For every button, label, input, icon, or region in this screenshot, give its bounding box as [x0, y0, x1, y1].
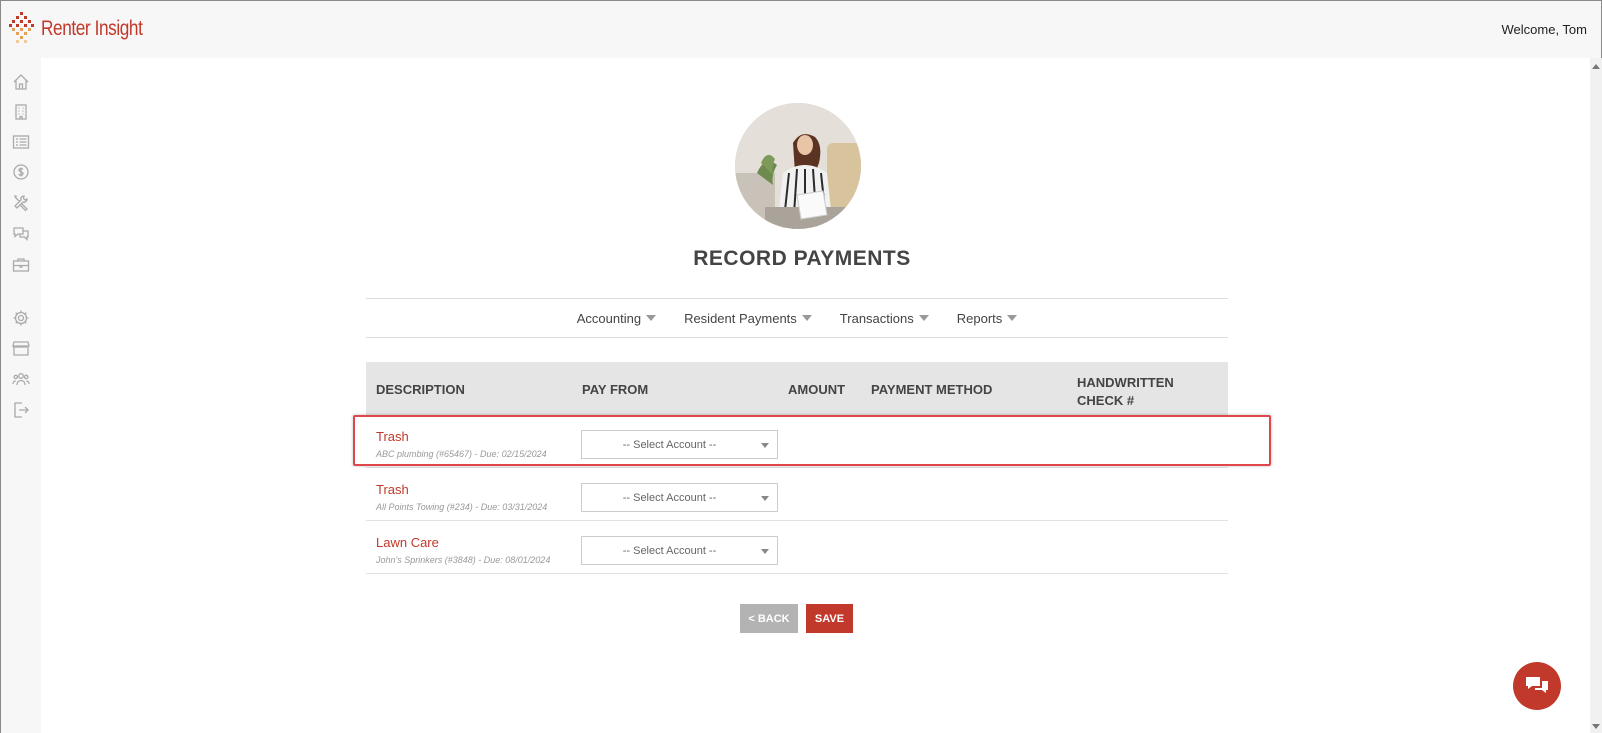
app-logo[interactable]: Renter Insight — [9, 11, 165, 47]
menu-resident-payments[interactable]: Resident Payments — [684, 311, 812, 326]
payments-table: DESCRIPTION PAY FROM AMOUNT PAYMENT METH… — [366, 362, 1228, 574]
menu-accounting[interactable]: Accounting — [576, 310, 657, 326]
page-title: RECORD PAYMENTS — [693, 247, 911, 270]
menu-reports-label: Reports — [956, 310, 1003, 326]
pay-from-select[interactable]: -- Select Account -- — [581, 536, 778, 565]
header-handwritten-line2: CHECK # — [1077, 393, 1135, 408]
building-icon[interactable] — [12, 103, 30, 121]
menu-resident-payments-label: Resident Payments — [684, 310, 797, 326]
table-row: Trash ABC plumbing (#65467) - Due: 02/15… — [366, 415, 1228, 468]
tools-icon[interactable] — [12, 194, 30, 212]
sidebar: ? — [1, 58, 41, 733]
welcome-text[interactable]: Welcome, Tom — [1502, 22, 1588, 37]
chevron-down-icon — [761, 443, 769, 448]
row-description-link[interactable]: Trash — [376, 429, 409, 444]
dollar-icon[interactable] — [12, 163, 30, 181]
menu-reports[interactable]: Reports — [957, 311, 1018, 326]
gear-icon[interactable] — [12, 309, 30, 327]
row-description-link[interactable]: Trash — [376, 482, 409, 497]
scrollbar[interactable] — [1590, 58, 1602, 733]
chat-bubble-icon — [1526, 677, 1548, 693]
logout-icon[interactable] — [12, 401, 30, 419]
pay-from-select-value: -- Select Account -- — [622, 544, 717, 557]
row-description-detail: ABC plumbing (#65467) - Due: 02/15/2024 — [376, 449, 547, 459]
home-icon[interactable] — [12, 73, 30, 91]
header-handwritten-check: HANDWRITTEN CHECK # — [1077, 374, 1197, 410]
users-icon[interactable] — [12, 370, 30, 388]
table-header: DESCRIPTION PAY FROM AMOUNT PAYMENT METH… — [366, 362, 1228, 415]
row-description-detail: All Points Towing (#234) - Due: 03/31/20… — [376, 502, 548, 512]
page-avatar-image — [735, 103, 861, 229]
top-bar: Renter Insight Welcome, Tom — [1, 1, 1601, 58]
chevron-down-icon — [761, 496, 769, 501]
caret-down-icon — [646, 315, 657, 321]
header-description: DESCRIPTION — [376, 382, 465, 397]
header-pay-from: PAY FROM — [582, 382, 649, 397]
pay-from-select[interactable]: -- Select Account -- — [581, 483, 778, 512]
chat-icon[interactable] — [12, 225, 30, 243]
caret-down-icon — [1007, 315, 1018, 321]
pay-from-select-value: -- Select Account -- — [622, 491, 717, 504]
list-icon[interactable] — [12, 133, 30, 151]
back-button[interactable]: < BACK — [740, 604, 798, 633]
pay-from-select-value: -- Select Account -- — [622, 438, 717, 451]
section-menu: Accounting Resident Payments Transaction… — [366, 298, 1228, 338]
row-description-detail: John's Sprinkers (#3848) - Due: 08/01/20… — [376, 555, 551, 565]
menu-transactions[interactable]: Transactions — [840, 311, 929, 326]
store-icon[interactable] — [12, 339, 30, 357]
menu-transactions-label: Transactions — [839, 310, 914, 326]
caret-down-icon — [801, 315, 812, 321]
caret-down-icon — [918, 315, 929, 321]
pay-from-select[interactable]: -- Select Account -- — [581, 430, 778, 459]
table-row: Trash All Points Towing (#234) - Due: 03… — [366, 468, 1228, 521]
header-handwritten-line1: HANDWRITTEN — [1077, 375, 1174, 390]
save-button[interactable]: SAVE — [806, 604, 853, 633]
logo-mark-icon — [9, 12, 34, 43]
app-name: Renter Insight — [41, 17, 143, 40]
header-payment-method: PAYMENT METHOD — [871, 382, 993, 397]
woman-reading-image — [735, 103, 861, 229]
chevron-down-icon — [761, 549, 769, 554]
table-row: Lawn Care John's Sprinkers (#3848) - Due… — [366, 521, 1228, 574]
header-amount: AMOUNT — [788, 382, 846, 397]
scroll-down-arrow[interactable] — [1592, 724, 1600, 729]
row-description-link[interactable]: Lawn Care — [376, 535, 439, 550]
chat-widget-button[interactable] — [1513, 662, 1561, 710]
scroll-up-arrow[interactable] — [1592, 64, 1600, 69]
menu-accounting-label: Accounting — [576, 310, 642, 326]
